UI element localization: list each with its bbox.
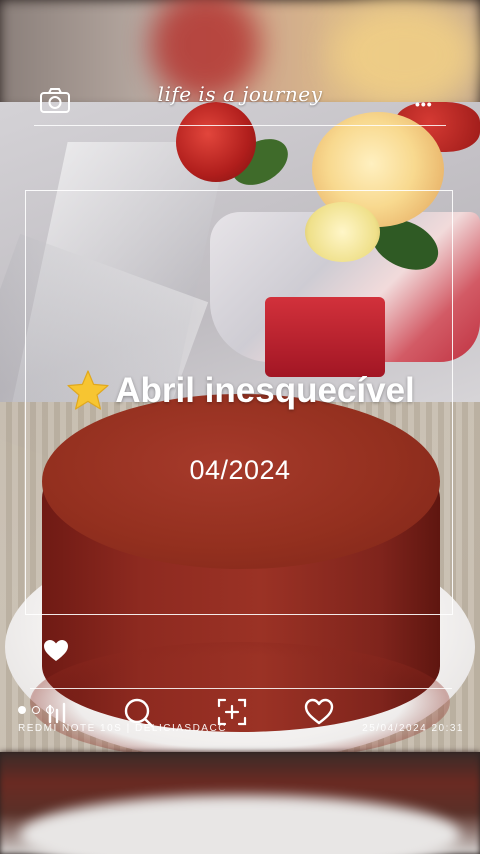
device-caption: REDMI NOTE 10S | DELICIASDACC (18, 723, 227, 734)
red-rose (176, 102, 256, 182)
top-divider (34, 125, 446, 126)
camera-icon[interactable] (38, 86, 72, 116)
heart-icon[interactable] (42, 637, 70, 665)
star-icon (65, 368, 111, 414)
bottom-divider (30, 688, 452, 689)
more-icon[interactable]: ••• (415, 96, 433, 112)
album-date: 04/2024 (189, 455, 291, 485)
album-title-text: Abril inesquecível (115, 371, 415, 410)
header-title: life is a journey (157, 82, 323, 106)
blurred-yellow-rose (330, 0, 480, 110)
album-title: Abril inesquecível (0, 368, 480, 414)
timestamp: 25/04/2024 20:31 (362, 723, 464, 734)
heart-outline-icon[interactable] (303, 696, 335, 728)
